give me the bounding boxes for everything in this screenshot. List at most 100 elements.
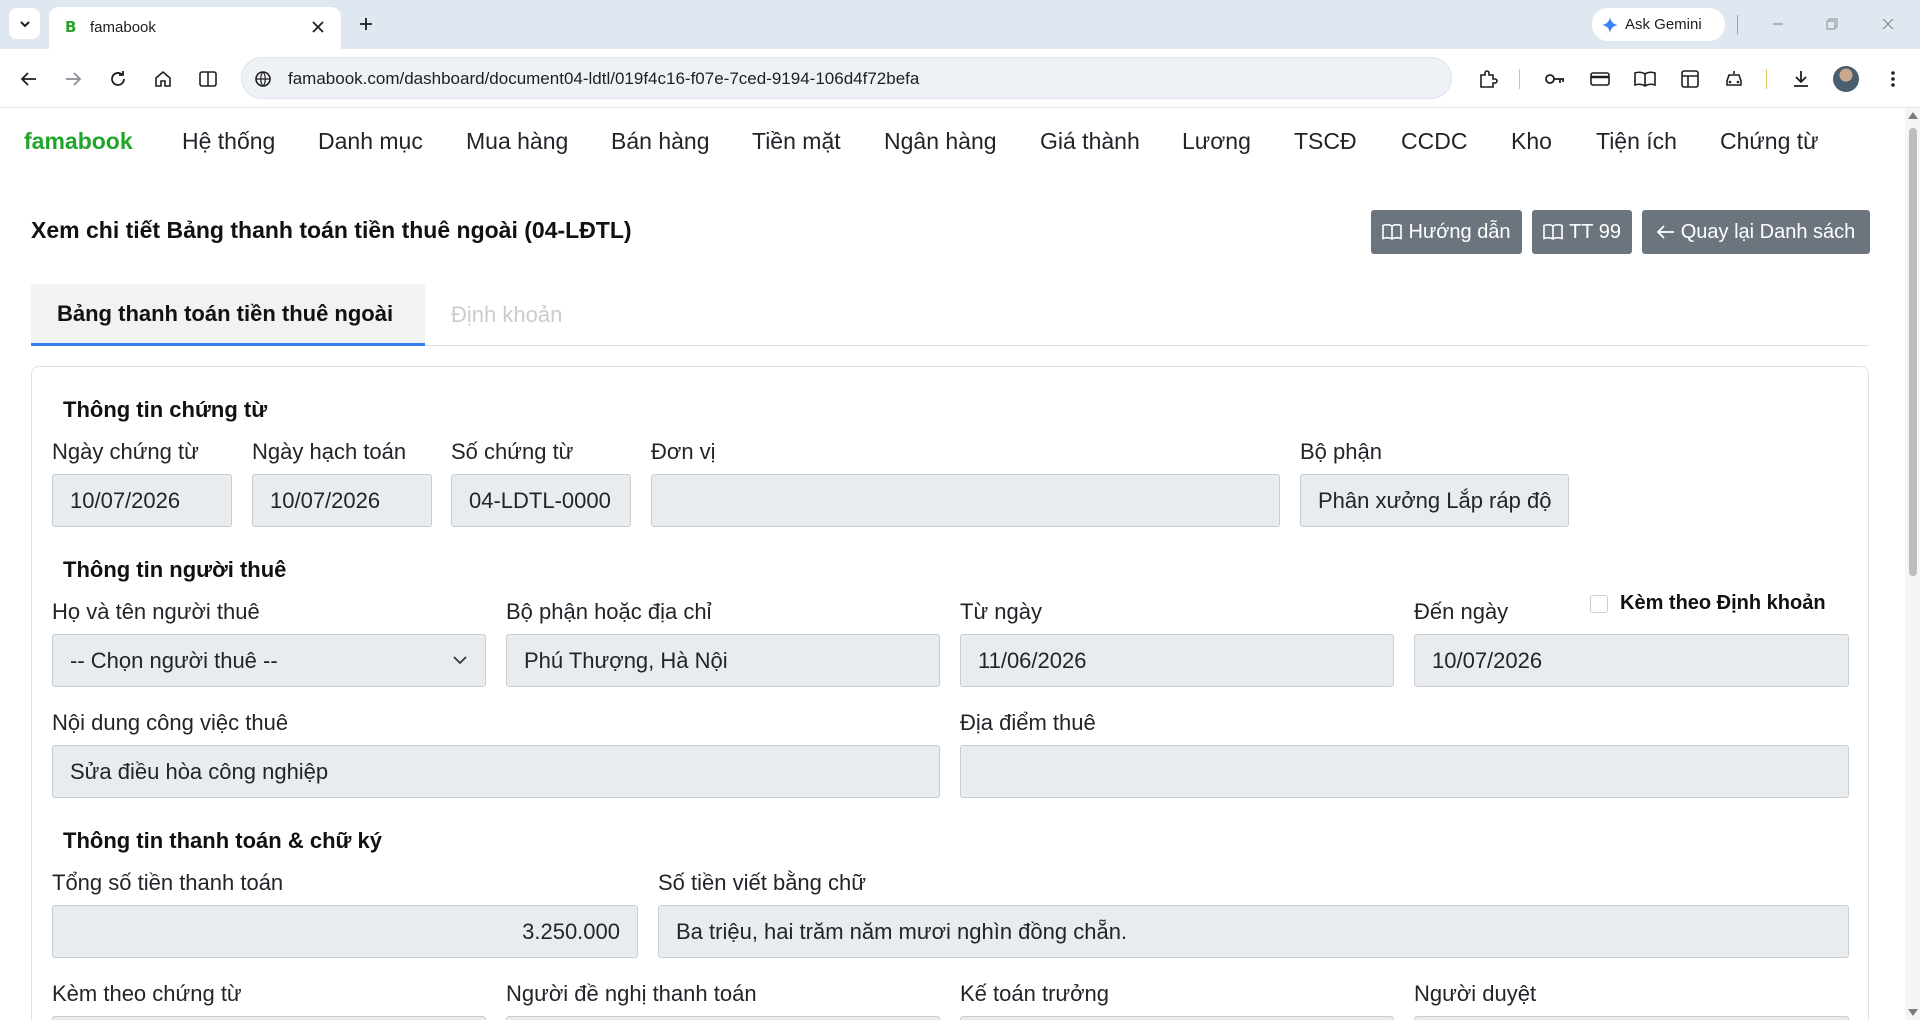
reading-mode-button[interactable] — [1630, 64, 1660, 94]
from-date-field[interactable]: 11/06/2026 — [960, 634, 1394, 687]
scroll-down-arrow-icon[interactable] — [1908, 1009, 1918, 1016]
approver-label: Người duyệt — [1414, 981, 1537, 1006]
close-tab-icon[interactable] — [307, 16, 329, 38]
amount-in-words-field[interactable]: Ba triệu, hai trăm năm mươi nghìn đồng c… — [658, 905, 1849, 958]
total-amount-label: Tổng số tiền thanh toán — [52, 870, 284, 895]
back-to-list-label: Quay lại Danh sách — [1680, 220, 1856, 243]
page-content: famabook Hệ thống Danh mục Mua hàng Bán … — [0, 108, 1905, 1020]
to-date-label: Đến ngày — [1414, 599, 1509, 624]
rent-place-field[interactable] — [960, 745, 1849, 798]
scroll-thumb[interactable] — [1909, 128, 1917, 576]
arrow-left-icon — [1656, 225, 1674, 239]
passwords-button[interactable] — [1540, 64, 1570, 94]
total-amount-field[interactable]: 3.250.000 — [52, 905, 638, 958]
chief-accountant-label: Kế toán trưởng — [960, 981, 1110, 1006]
menu-gia-thanh[interactable]: Giá thành — [1040, 128, 1140, 155]
restore-button[interactable] — [1810, 10, 1854, 38]
ask-gemini-button[interactable]: Ask Gemini — [1592, 8, 1725, 41]
guide-button[interactable]: Hướng dẫn — [1371, 210, 1522, 254]
profile-avatar[interactable] — [1833, 66, 1859, 92]
browser-tab[interactable]: B famabook — [49, 7, 341, 49]
minimize-icon — [1773, 23, 1783, 25]
minimize-button[interactable] — [1756, 10, 1800, 38]
browser-tab-bar: B famabook Ask Gemini — [0, 0, 1920, 49]
address-bar[interactable]: famabook.com/dashboard/document04-ldtl/0… — [241, 57, 1452, 99]
amount-in-words-label: Số tiền viết bằng chữ — [658, 870, 866, 895]
attach-entries-checkbox[interactable] — [1590, 595, 1608, 613]
posting-date-field[interactable]: 10/07/2026 — [252, 474, 432, 527]
attach-entries-label[interactable]: Kèm theo Định khoản — [1620, 592, 1826, 615]
more-vertical-icon — [1891, 71, 1895, 87]
download-icon — [1794, 71, 1808, 87]
payment-methods-button[interactable] — [1585, 64, 1615, 94]
close-window-button[interactable] — [1866, 10, 1910, 38]
tab-search-button[interactable] — [9, 8, 40, 39]
menu-kho[interactable]: Kho — [1511, 128, 1552, 155]
split-view-button[interactable] — [193, 64, 223, 94]
close-icon — [1882, 18, 1894, 30]
approver-field[interactable] — [1414, 1016, 1849, 1020]
downloads-button[interactable] — [1786, 64, 1816, 94]
menu-mua-hang[interactable]: Mua hàng — [466, 128, 568, 155]
car-icon — [1726, 71, 1742, 86]
tab-groups-button[interactable] — [1675, 64, 1705, 94]
brand-logo[interactable]: famabook — [24, 128, 133, 155]
separator — [1737, 15, 1738, 34]
scroll-up-arrow-icon[interactable] — [1908, 112, 1918, 119]
home-icon — [155, 70, 171, 87]
renter-address-field[interactable]: Phú Thượng, Hà Nội — [506, 634, 940, 687]
tab-accounting-entries[interactable]: Định khoản — [425, 284, 588, 346]
reload-button[interactable] — [103, 64, 133, 94]
menu-luong[interactable]: Lương — [1182, 128, 1251, 155]
page-scrollbar[interactable] — [1905, 108, 1920, 1020]
chevron-down-icon — [453, 656, 467, 665]
section-doc-info-title: Thông tin chứng từ — [63, 397, 268, 422]
key-icon — [1545, 74, 1564, 84]
incognito-button[interactable] — [1719, 64, 1749, 94]
reload-icon — [111, 71, 125, 86]
back-to-list-button[interactable]: Quay lại Danh sách — [1642, 210, 1870, 254]
home-button[interactable] — [148, 64, 178, 94]
url-text: famabook.com/dashboard/document04-ldtl/0… — [288, 69, 920, 88]
menu-tien-ich[interactable]: Tiện ích — [1596, 128, 1677, 155]
department-field[interactable]: Phân xưởng Lắp ráp độ — [1300, 474, 1569, 527]
gemini-sparkle-icon — [1602, 16, 1618, 33]
menu-tscd[interactable]: TSCĐ — [1294, 128, 1357, 155]
separator — [1519, 69, 1520, 89]
attached-docs-label: Kèm theo chứng từ — [52, 981, 242, 1006]
attached-docs-field[interactable] — [52, 1016, 486, 1020]
forward-button[interactable] — [58, 64, 88, 94]
from-date-label: Từ ngày — [960, 599, 1042, 624]
work-content-field[interactable]: Sửa điều hòa công nghiệp — [52, 745, 940, 798]
browser-toolbar: famabook.com/dashboard/document04-ldtl/0… — [0, 49, 1920, 108]
restore-icon — [1826, 18, 1838, 30]
unit-field[interactable] — [651, 474, 1280, 527]
doc-number-field[interactable]: 04-LDTL-0000 — [451, 474, 631, 527]
proposer-label: Người đề nghị thanh toán — [506, 981, 757, 1006]
browser-menu-button[interactable] — [1878, 64, 1908, 94]
menu-ban-hang[interactable]: Bán hàng — [611, 128, 709, 155]
menu-ngan-hang[interactable]: Ngân hàng — [884, 128, 997, 155]
menu-chung-tu[interactable]: Chứng từ — [1720, 128, 1819, 155]
back-button[interactable] — [14, 64, 44, 94]
renter-select[interactable]: -- Chọn người thuê -- — [52, 634, 486, 687]
menu-tien-mat[interactable]: Tiền mặt — [752, 128, 841, 155]
menu-he-thong[interactable]: Hệ thống — [182, 128, 275, 155]
doc-date-field[interactable]: 10/07/2026 — [52, 474, 232, 527]
book-open-icon — [1634, 71, 1656, 87]
tab-payment-sheet[interactable]: Bảng thanh toán tiền thuê ngoài — [31, 284, 425, 346]
doc-date-label: Ngày chứng từ — [52, 439, 199, 464]
site-info-icon[interactable] — [252, 68, 274, 90]
tt99-button-label: TT 99 — [1569, 220, 1621, 243]
menu-danh-muc[interactable]: Danh mục — [318, 128, 423, 155]
chief-accountant-field[interactable] — [960, 1016, 1394, 1020]
to-date-field[interactable]: 10/07/2026 — [1414, 634, 1849, 687]
menu-ccdc[interactable]: CCDC — [1401, 128, 1467, 155]
separator — [1766, 69, 1767, 89]
extensions-button[interactable] — [1473, 64, 1503, 94]
proposer-field[interactable] — [506, 1016, 940, 1020]
plus-icon — [360, 18, 372, 30]
renter-select-value: -- Chọn người thuê -- — [70, 647, 278, 673]
tt99-button[interactable]: TT 99 — [1532, 210, 1632, 254]
new-tab-button[interactable] — [352, 10, 380, 38]
